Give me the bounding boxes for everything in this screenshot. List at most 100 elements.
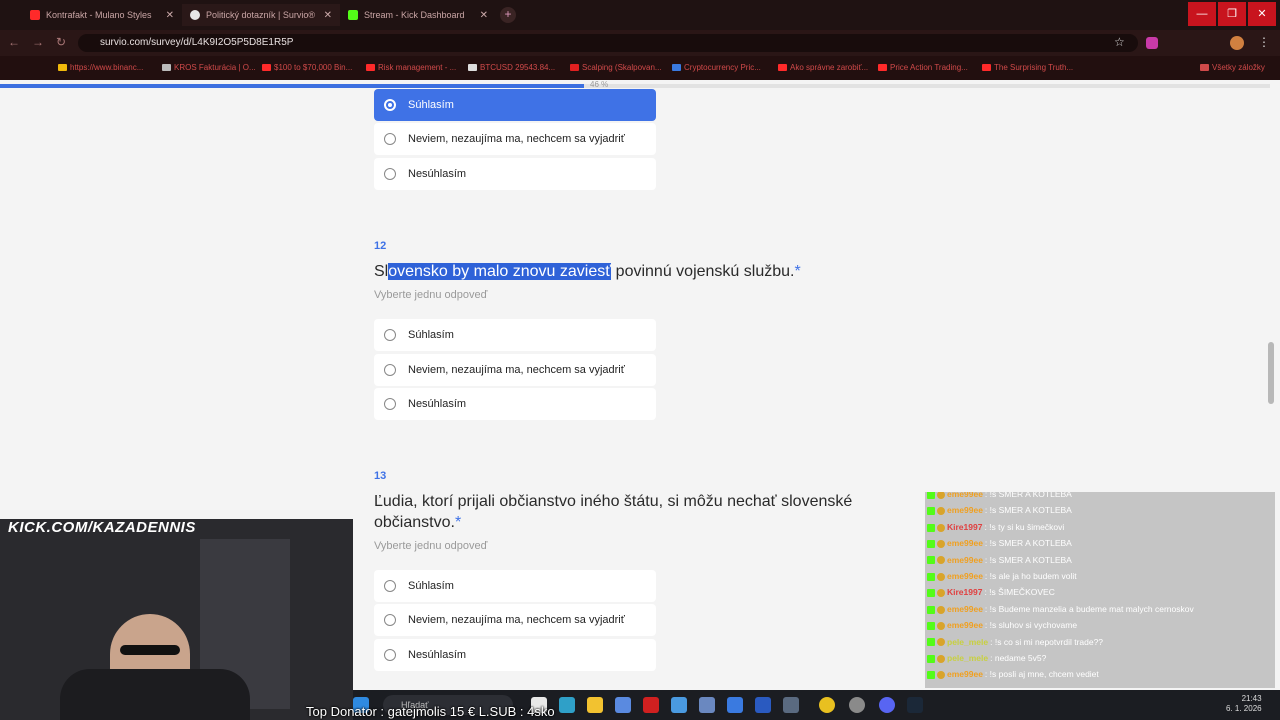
option-suhlasim[interactable]: Súhlasím [374, 319, 656, 351]
radio[interactable] [384, 364, 396, 376]
chat-text: : !s ty si ku šimečkovi [984, 521, 1065, 532]
app-icon[interactable] [727, 697, 743, 713]
close-window-button[interactable]: ✕ [1248, 2, 1276, 26]
chat-text: : https://www.survio.com/survey/d/L4K9I2… [997, 686, 1212, 688]
chat-text: : !s SMER A KOTLEBA [984, 554, 1072, 565]
chat-username: Kire1997 [947, 521, 983, 532]
chat-message: eme99ee: !s Budeme manzelia a budeme mat… [927, 601, 1194, 617]
option-neviem[interactable]: Neviem, nezaujíma ma, nechcem sa vyjadri… [374, 604, 656, 636]
url-field[interactable]: survio.com/survey/d/L4K9I2O5P5D8E1R5P [78, 34, 1138, 52]
tab-kick[interactable]: Stream - Kick Dashboard ✕ [340, 4, 496, 26]
chat-message: eme99ee: !s ale ja ho budem volit [927, 568, 1077, 584]
option-nesuhlasim[interactable]: Nesúhlasím [374, 639, 656, 671]
app-icon[interactable] [671, 697, 687, 713]
bookmark-item[interactable]: Scalping (Skalpovan... [570, 63, 662, 72]
menu-icon[interactable]: ⋮ [1258, 35, 1270, 49]
mail-icon[interactable] [755, 697, 771, 713]
close-icon[interactable]: ✕ [166, 10, 174, 21]
app-icon[interactable] [783, 697, 799, 713]
option-neviem[interactable]: Neviem, nezaujíma ma, nechcem sa vyjadri… [374, 123, 656, 155]
option-suhlasim[interactable]: Súhlasím [374, 89, 656, 121]
chat-text: : !s co si mi nepotvrdil trade?? [990, 636, 1104, 647]
avatar[interactable] [1230, 36, 1244, 50]
webcam-overlay: KICK.COM/KAZADENNIS [0, 519, 353, 720]
radio[interactable] [384, 649, 396, 661]
option-nesuhlasim[interactable]: Nesúhlasím [374, 158, 656, 190]
discord-icon[interactable] [879, 697, 895, 713]
url-text: survio.com/survey/d/L4K9I2O5P5D8E1R5P [100, 37, 294, 48]
chrome-icon[interactable] [819, 697, 835, 713]
app-icon[interactable] [699, 697, 715, 713]
bookmark-item[interactable]: KROS Fakturácia | O... [162, 63, 256, 72]
reload-icon[interactable]: ↻ [56, 35, 66, 49]
sub-badge-icon [937, 605, 945, 614]
chat-text: : !s sluhov si vychovame [984, 620, 1078, 631]
chat-username: eme99ee [947, 669, 983, 680]
question-title: Ľudia, ktorí prijali občianstvo iného št… [374, 493, 853, 531]
sub-badge-icon [937, 621, 945, 630]
option-suhlasim[interactable]: Súhlasím [374, 570, 656, 602]
tab-youtube[interactable]: Kontrafakt - Mulano Styles ✕ [22, 4, 182, 26]
bookmark-item[interactable]: BTCUSD 29543.84... [468, 63, 555, 72]
scrollbar[interactable] [1268, 342, 1274, 404]
bookmark-item[interactable]: Ako správne zarobiť... [778, 63, 868, 72]
bookmark-item[interactable]: https://www.binanc... [58, 63, 143, 72]
kick-badge-icon [927, 572, 935, 581]
radio[interactable] [384, 133, 396, 145]
tab-survio[interactable]: Politický dotazník | Survio® ✕ [182, 4, 340, 26]
chat-message: eme99ee: !s posli aj mne, chcem vediet [927, 666, 1099, 682]
question-hint: Vyberte jednu odpoveď [374, 289, 488, 301]
steam-icon[interactable] [907, 697, 923, 713]
chat-username: Kire1997 [947, 587, 983, 598]
chat-username: eme99ee [947, 492, 983, 499]
chat-username: eme99ee [947, 538, 983, 549]
chat-text: : !s posli aj mne, chcem vediet [984, 669, 1099, 680]
option-neviem[interactable]: Neviem, nezaujíma ma, nechcem sa vyjadri… [374, 354, 656, 386]
kick-badge-icon [927, 605, 935, 614]
app-icon[interactable] [849, 697, 865, 713]
channel-label: KICK.COM/KAZADENNIS [8, 519, 196, 536]
tab-label: Kontrafakt - Mulano Styles [46, 10, 152, 20]
back-icon[interactable]: ← [8, 35, 20, 49]
sub-badge-icon [937, 671, 945, 680]
kick-badge-icon [927, 492, 935, 499]
chat-username: eme99ee [947, 505, 983, 516]
browser-tab-bar: Kontrafakt - Mulano Styles ✕ Politický d… [0, 0, 1280, 30]
system-clock: 21:43 6. 1. 2026 [1226, 694, 1262, 713]
star-icon[interactable]: ☆ [1114, 35, 1125, 49]
chat-message: pele_mele: nedame 5v5? [927, 650, 1046, 666]
radio[interactable] [384, 329, 396, 341]
kick-badge-icon [927, 638, 935, 647]
bookmark-item[interactable]: Risk management - ... [366, 63, 456, 72]
radio[interactable] [384, 398, 396, 410]
maximize-button[interactable]: ❐ [1218, 2, 1246, 26]
forward-icon[interactable]: → [32, 35, 44, 49]
chat-text: : nedame 5v5? [990, 653, 1047, 663]
app-l-icon[interactable] [643, 697, 659, 713]
bookmark-item[interactable]: $100 to $70,000 Bin... [262, 63, 352, 72]
sub-badge-icon [937, 539, 945, 548]
bookmark-item[interactable]: Cryptocurrency Pric... [672, 63, 761, 72]
edge-icon[interactable] [559, 697, 575, 713]
all-bookmarks[interactable]: Všetky záložky [1200, 63, 1265, 72]
radio[interactable] [384, 168, 396, 180]
store-icon[interactable] [615, 697, 631, 713]
minimize-button[interactable]: — [1188, 2, 1216, 26]
chat-username: eme99ee [947, 603, 983, 614]
radio[interactable] [384, 580, 396, 592]
chat-message: Kire1997: !s ty si ku šimečkovi [927, 519, 1064, 535]
bookmark-item[interactable]: The Surprising Truth... [982, 63, 1073, 72]
kick-badge-icon [927, 556, 935, 565]
explorer-icon[interactable] [587, 697, 603, 713]
close-icon[interactable]: ✕ [480, 10, 488, 21]
radio-selected[interactable] [384, 99, 396, 111]
bookmark-item[interactable]: Price Action Trading... [878, 63, 968, 72]
chat-username: pele_mele [947, 636, 989, 647]
radio[interactable] [384, 614, 396, 626]
extension-icon[interactable] [1146, 37, 1158, 49]
option-nesuhlasim[interactable]: Nesúhlasím [374, 388, 656, 420]
donator-ticker: Top Donator : gatejmolis 15 € L.SUB : 4s… [306, 704, 555, 719]
sub-badge-icon [937, 638, 945, 647]
new-tab-button[interactable]: + [500, 7, 516, 23]
close-icon[interactable]: ✕ [324, 10, 332, 21]
